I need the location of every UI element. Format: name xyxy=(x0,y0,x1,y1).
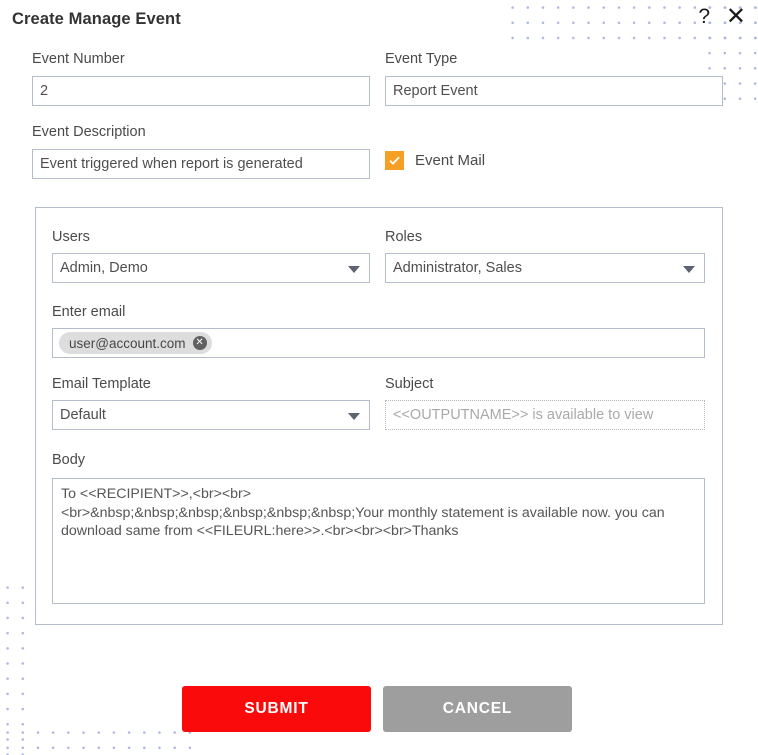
email-template-select[interactable]: Default xyxy=(52,400,370,430)
event-description-input[interactable] xyxy=(32,149,370,179)
dot-pattern-bottom-left-band xyxy=(0,725,200,755)
body-label: Body xyxy=(52,452,86,468)
chevron-down-icon xyxy=(348,413,360,420)
submit-button[interactable]: SUBMIT xyxy=(182,686,371,732)
email-template-label: Email Template xyxy=(52,376,151,392)
subject-input[interactable] xyxy=(385,400,705,430)
email-chip: user@account.com ✕ xyxy=(59,332,212,354)
email-template-select-value: Default xyxy=(60,407,106,423)
chevron-down-icon xyxy=(348,266,360,273)
dot-pattern-top-right-band xyxy=(505,0,758,48)
roles-label: Roles xyxy=(385,229,423,245)
event-type-label: Event Type xyxy=(385,51,458,67)
email-chip-text: user@account.com xyxy=(69,335,186,351)
users-label: Users xyxy=(52,229,90,245)
dot-pattern-bottom-left-strip xyxy=(0,580,32,755)
enter-email-label: Enter email xyxy=(52,304,126,320)
checkmark-icon xyxy=(385,151,404,170)
email-chips-input[interactable]: user@account.com ✕ xyxy=(52,328,705,358)
event-description-label: Event Description xyxy=(32,124,146,140)
users-select-value: Admin, Demo xyxy=(60,260,148,276)
body-textarea[interactable]: To <<RECIPIENT>>,<br><br> <br>&nbsp;&nbs… xyxy=(52,478,705,604)
close-icon[interactable]: ✕ xyxy=(726,5,746,29)
event-mail-label: Event Mail xyxy=(415,152,486,169)
cancel-button[interactable]: CANCEL xyxy=(383,686,572,732)
subject-label: Subject xyxy=(385,376,434,392)
event-number-input[interactable] xyxy=(32,76,370,106)
roles-select[interactable]: Administrator, Sales xyxy=(385,253,705,283)
dialog-title: Create Manage Event xyxy=(12,10,181,28)
chevron-down-icon xyxy=(683,266,695,273)
users-select[interactable]: Admin, Demo xyxy=(52,253,370,283)
roles-select-value: Administrator, Sales xyxy=(393,260,522,276)
event-type-input[interactable] xyxy=(385,76,723,106)
event-mail-checkbox[interactable]: Event Mail xyxy=(385,151,485,170)
close-circle-icon[interactable]: ✕ xyxy=(192,336,207,350)
event-number-label: Event Number xyxy=(32,51,125,67)
help-icon[interactable]: ? xyxy=(698,6,710,27)
